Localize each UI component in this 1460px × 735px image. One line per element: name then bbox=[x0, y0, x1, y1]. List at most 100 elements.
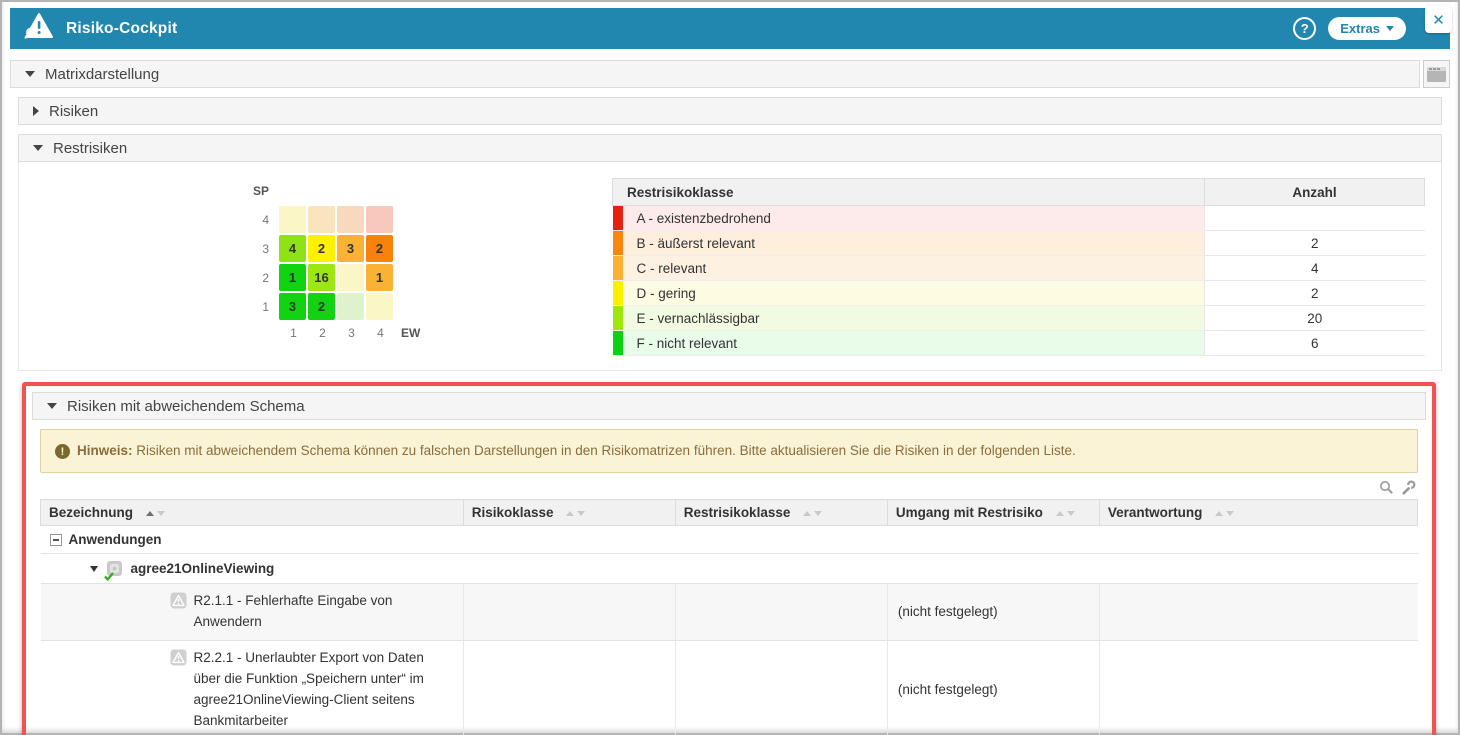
sort-icon bbox=[1056, 511, 1075, 516]
matrix-cell bbox=[366, 293, 393, 320]
table-toolbar bbox=[30, 478, 1416, 496]
class-count: 20 bbox=[1205, 306, 1425, 331]
deviating-risks-table: Bezeichnung Risikoklasse Restrisikoklass… bbox=[40, 499, 1418, 735]
matrix-cell: 2 bbox=[308, 293, 335, 320]
section-header-restrisiken[interactable]: Restrisiken bbox=[18, 134, 1442, 162]
wrench-icon[interactable] bbox=[1401, 480, 1416, 495]
subgroup-label: agree21OnlineViewing bbox=[131, 561, 275, 576]
section-title: Risiken bbox=[49, 103, 98, 120]
group-row-anwendungen[interactable]: Anwendungen bbox=[41, 526, 1418, 554]
verantwortung-cell bbox=[1099, 640, 1417, 735]
umgang-cell: (nicht festgelegt) bbox=[887, 584, 1099, 641]
window-layout-icon bbox=[1427, 67, 1446, 82]
restrisiko-row: F - nicht relevant 6 bbox=[613, 331, 1425, 356]
class-count: 4 bbox=[1205, 256, 1425, 281]
matrix-y-axis-label: SP bbox=[253, 184, 612, 198]
page-title: Risiko-Cockpit bbox=[66, 20, 177, 38]
restrisiko-row: E - vernachlässigbar 20 bbox=[613, 306, 1425, 331]
class-count bbox=[1205, 206, 1425, 231]
risk-title: R2.1.1 - Fehlerhafte Eingabe von Anwende… bbox=[194, 591, 452, 633]
collapse-minus-icon[interactable] bbox=[50, 534, 62, 546]
matrix-cell bbox=[337, 264, 364, 291]
restrisiko-row: A - existenzbedrohend bbox=[613, 206, 1425, 231]
class-count: 6 bbox=[1205, 331, 1425, 356]
matrix-cell: 3 bbox=[279, 293, 306, 320]
sort-icon bbox=[803, 511, 822, 516]
matrix-cell bbox=[337, 206, 364, 233]
risikoklasse-cell bbox=[463, 584, 675, 641]
risk-warning-icon bbox=[170, 649, 187, 666]
restrisiko-row: D - gering 2 bbox=[613, 281, 1425, 306]
section-header-schema[interactable]: Risiken mit abweichendem Schema bbox=[32, 392, 1426, 420]
restrisikoklasse-cell bbox=[675, 584, 887, 641]
matrix-cell: 2 bbox=[308, 235, 335, 262]
matrix-cell: 1 bbox=[279, 264, 306, 291]
section-header-risiken[interactable]: Risiken bbox=[18, 97, 1442, 125]
sort-icon bbox=[1215, 511, 1234, 516]
subgroup-row-agree21onlineviewing[interactable]: agree21OnlineViewing bbox=[41, 554, 1418, 584]
matrix-x-axis-label: EW bbox=[401, 326, 420, 340]
matrix-col-label: 3 bbox=[337, 326, 366, 340]
matrix-row-label: 4 bbox=[243, 213, 269, 227]
class-label: B - äußerst relevant bbox=[623, 231, 1205, 256]
application-icon bbox=[106, 560, 123, 577]
group-label: Anwendungen bbox=[69, 532, 162, 547]
restrisikoklasse-cell bbox=[675, 640, 887, 735]
extras-button-label: Extras bbox=[1340, 21, 1380, 36]
section-title: Restrisiken bbox=[53, 140, 127, 157]
risk-title: R2.2.1 - Unerlaubter Export von Daten üb… bbox=[194, 648, 452, 732]
risk-matrix: SP 4 3 4 2 3 2 bbox=[19, 178, 612, 356]
class-label: F - nicht relevant bbox=[623, 331, 1205, 356]
expand-arrow-icon bbox=[33, 106, 39, 116]
column-header-verantwortung[interactable]: Verantwortung bbox=[1099, 500, 1417, 526]
column-header-umgang[interactable]: Umgang mit Restrisiko bbox=[887, 500, 1099, 526]
matrix-cell: 1 bbox=[366, 264, 393, 291]
verantwortung-cell bbox=[1099, 584, 1417, 641]
matrix-row-label: 2 bbox=[243, 271, 269, 285]
risk-warning-icon bbox=[170, 592, 187, 609]
matrix-cell bbox=[279, 206, 306, 233]
risk-row[interactable]: R2.2.1 - Unerlaubter Export von Daten üb… bbox=[41, 640, 1418, 735]
column-header-bezeichnung[interactable]: Bezeichnung bbox=[41, 500, 464, 526]
restrisiko-row: C - relevant 4 bbox=[613, 256, 1425, 281]
main-content: Matrixdarstellung Risiken Restrisiken SP bbox=[2, 60, 1458, 735]
collapse-arrow-icon bbox=[33, 145, 43, 151]
matrix-col-label: 1 bbox=[279, 326, 308, 340]
info-icon: ! bbox=[55, 444, 70, 459]
matrix-row-label: 1 bbox=[243, 300, 269, 314]
extras-button[interactable]: Extras bbox=[1328, 17, 1406, 40]
sort-icon bbox=[566, 511, 585, 516]
hint-label: Hinweis: bbox=[77, 443, 133, 458]
help-button[interactable]: ? bbox=[1293, 17, 1316, 40]
column-header-risikoklasse[interactable]: Risikoklasse bbox=[463, 500, 675, 526]
matrix-cell bbox=[366, 206, 393, 233]
hint-text: Hinweis: Risiken mit abweichendem Schema… bbox=[77, 443, 1076, 458]
collapse-arrow-icon bbox=[47, 403, 57, 409]
matrix-cell bbox=[337, 293, 364, 320]
class-color-marker bbox=[613, 281, 623, 306]
class-count: 2 bbox=[1205, 281, 1425, 306]
collapse-arrow-icon bbox=[25, 71, 35, 77]
search-icon[interactable] bbox=[1379, 480, 1394, 495]
restrisiken-content: SP 4 3 4 2 3 2 bbox=[18, 162, 1442, 371]
check-icon bbox=[104, 572, 114, 581]
matrix-cell: 3 bbox=[337, 235, 364, 262]
panel-layout-button[interactable] bbox=[1423, 60, 1450, 88]
matrix-cell bbox=[308, 206, 335, 233]
close-button[interactable]: ✕ bbox=[1425, 6, 1452, 33]
collapse-arrow-icon[interactable] bbox=[90, 566, 98, 572]
section-header-matrixdarstellung[interactable]: Matrixdarstellung bbox=[10, 60, 1420, 88]
class-color-marker bbox=[613, 306, 623, 331]
sort-icon bbox=[146, 511, 165, 516]
class-label: E - vernachlässigbar bbox=[623, 306, 1205, 331]
hint-box: ! Hinweis: Risiken mit abweichendem Sche… bbox=[40, 429, 1418, 473]
section-title: Risiken mit abweichendem Schema bbox=[67, 398, 305, 415]
restrisiko-class-table: Restrisikoklasse Anzahl A - existenzbedr… bbox=[612, 178, 1425, 356]
risk-row[interactable]: R2.1.1 - Fehlerhafte Eingabe von Anwende… bbox=[41, 584, 1418, 641]
matrix-cell: 16 bbox=[308, 264, 335, 291]
column-header-restrisikoklasse[interactable]: Restrisikoklasse bbox=[675, 500, 887, 526]
matrix-cell: 2 bbox=[366, 235, 393, 262]
restrisiko-row: B - äußerst relevant 2 bbox=[613, 231, 1425, 256]
app-titlebar: Risiko-Cockpit ? Extras bbox=[10, 8, 1450, 49]
class-color-marker bbox=[613, 331, 623, 356]
